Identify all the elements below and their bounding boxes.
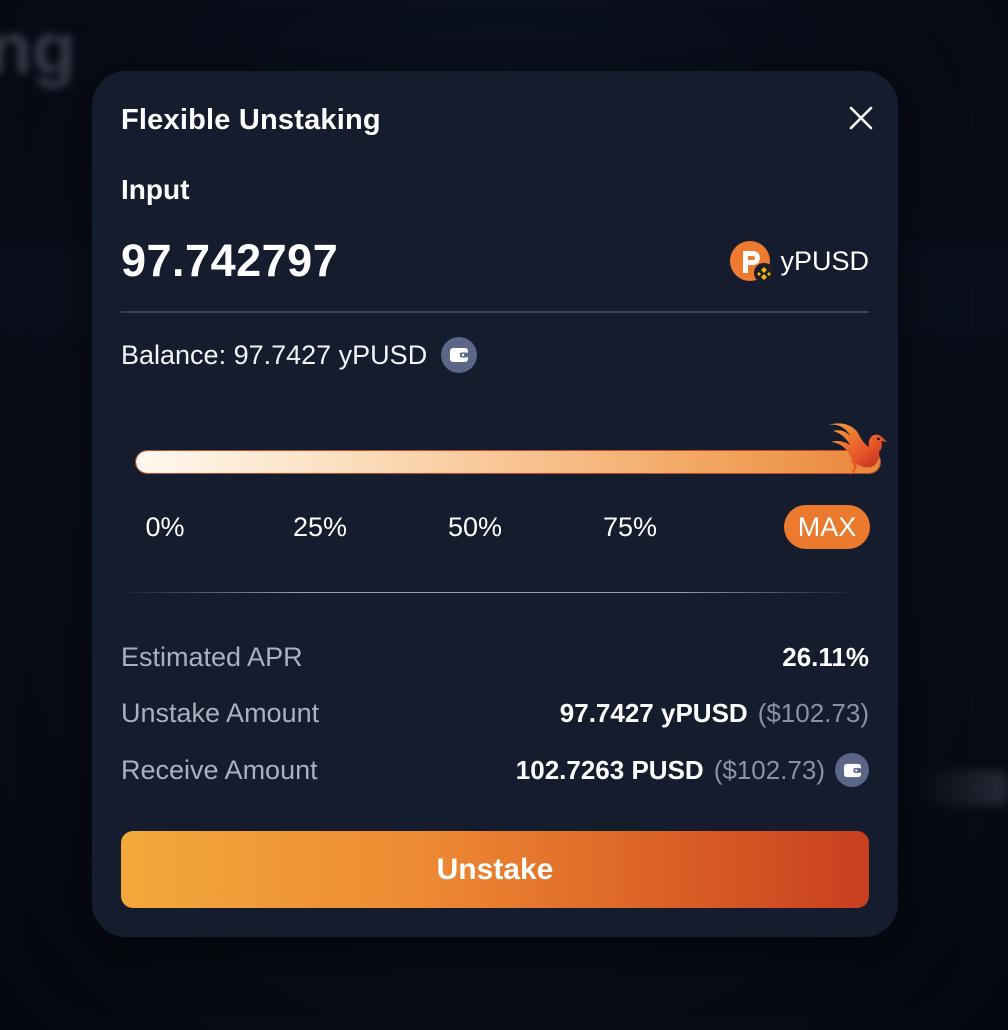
wallet-balance-button[interactable] [441,337,478,373]
divider [121,592,857,593]
preset-max[interactable]: MAX [783,505,871,549]
divider [121,311,869,313]
preset-50[interactable]: 50% [448,505,502,549]
pusd-token-logo [730,241,775,283]
receive-amount-value: 102.7263 PUSD [515,754,704,785]
preset-75[interactable]: 75% [603,505,657,549]
background-blurred-value [918,770,1008,806]
balance-row: Balance: 97.7427 yPUSD [121,337,478,373]
apr-row: Estimated APR 26.11% [121,637,869,677]
unstake-amount-group: 97.7427 yPUSD ($102.73) [560,698,869,729]
preset-25[interactable]: 25% [293,505,347,549]
amount-slider[interactable] [135,419,887,489]
close-icon [849,106,873,130]
apr-value: 26.11% [782,641,869,672]
preset-0[interactable]: 0% [145,505,184,549]
percent-presets: 0% 25% 50% 75% MAX [145,505,871,555]
unstake-amount-value: 97.7427 yPUSD [559,697,748,728]
receive-amount-usd: ($102.73) [713,754,825,785]
chain-badge-icon [754,263,775,283]
slider-track[interactable] [135,450,881,474]
amount-input[interactable]: 97.742797 [121,235,338,287]
background-blurred-heading: ng [0,9,76,89]
wallet-icon [843,763,861,777]
modal-title: Flexible Unstaking [121,104,381,136]
balance-text: Balance: 97.7427 yPUSD [121,339,428,370]
unstake-amount-usd: ($102.73) [757,697,869,728]
slider-fill [136,451,880,473]
unstake-modal: Flexible Unstaking Input 97.742797 yPUSD… [92,71,898,937]
token-symbol: yPUSD [780,245,869,276]
phoenix-icon [829,423,887,475]
unstake-amount-label: Unstake Amount [121,697,320,728]
unstake-amount-row: Unstake Amount 97.7427 yPUSD ($102.73) [121,693,869,733]
close-button[interactable] [848,105,874,131]
wallet-icon [450,348,469,362]
unstake-button[interactable]: Unstake [121,831,869,908]
apr-value-group: 26.11% [782,642,869,673]
receive-amount-label: Receive Amount [121,754,318,785]
receive-amount-group: 102.7263 PUSD ($102.73) [516,753,869,787]
token-selector[interactable]: yPUSD [730,241,869,283]
input-label: Input [121,174,190,205]
receive-amount-row: Receive Amount 102.7263 PUSD ($102.73) [121,750,869,790]
slider-thumb[interactable] [825,419,891,477]
add-token-wallet-button[interactable] [835,753,869,787]
apr-label: Estimated APR [121,641,303,672]
